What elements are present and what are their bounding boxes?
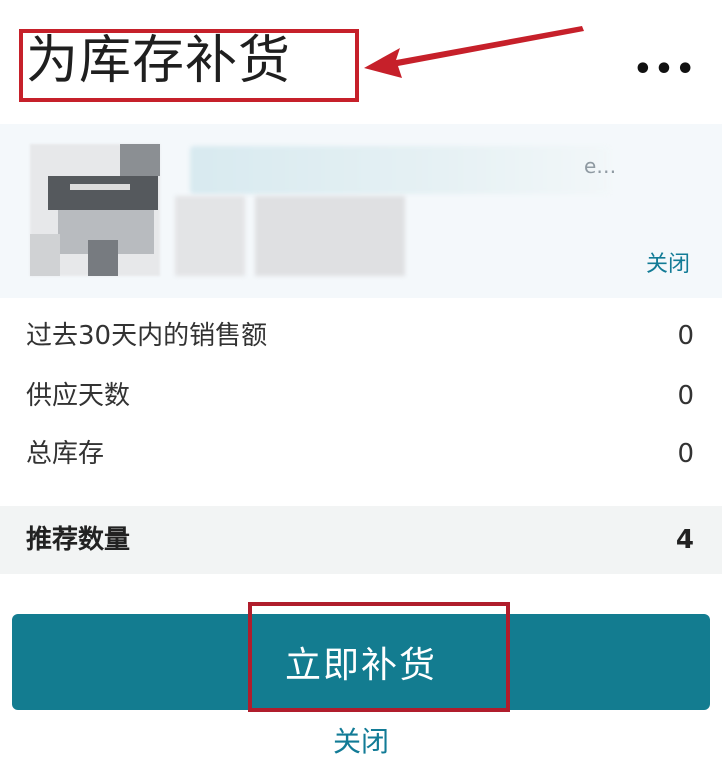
more-options-button[interactable]: ••• [633,55,695,85]
stat-value: 0 [677,381,694,411]
stat-row-supply-days: 供应天数 0 [0,368,722,424]
product-name-tail: e… [584,154,617,178]
stat-row-sales-30d: 过去30天内的销售额 0 [0,308,722,364]
product-detail-redacted [255,196,405,276]
card-close-link[interactable]: 关闭 [646,246,690,278]
restock-now-button[interactable]: 立即补货 [12,614,710,710]
restock-now-label: 立即补货 [284,644,437,685]
close-link[interactable]: 关闭 [0,722,722,762]
stat-row-total-inventory: 总库存 0 [0,426,722,482]
recommended-quantity-row: 推荐数量 4 [0,506,722,574]
recommended-quantity-label: 推荐数量 [26,525,131,555]
more-horizontal-icon: ••• [633,52,697,87]
stat-label: 过去30天内的销售额 [26,321,268,351]
product-name-redacted [190,146,610,194]
stat-label: 总库存 [26,439,105,469]
annotation-arrow-icon [364,26,584,78]
recommended-quantity-value: 4 [675,525,694,555]
stat-label: 供应天数 [26,381,131,411]
title-annotation-box [19,29,359,102]
stat-value: 0 [677,321,694,351]
restock-dialog: 为库存补货 ••• e… 关闭 过去30天内的销售额 0 供应天数 0 总库存 … [0,0,722,762]
product-detail-redacted [175,196,245,276]
dialog-header: 为库存补货 ••• [0,0,722,124]
product-card: e… 关闭 [0,124,722,298]
stat-value: 0 [677,439,694,469]
product-thumbnail [30,144,160,276]
